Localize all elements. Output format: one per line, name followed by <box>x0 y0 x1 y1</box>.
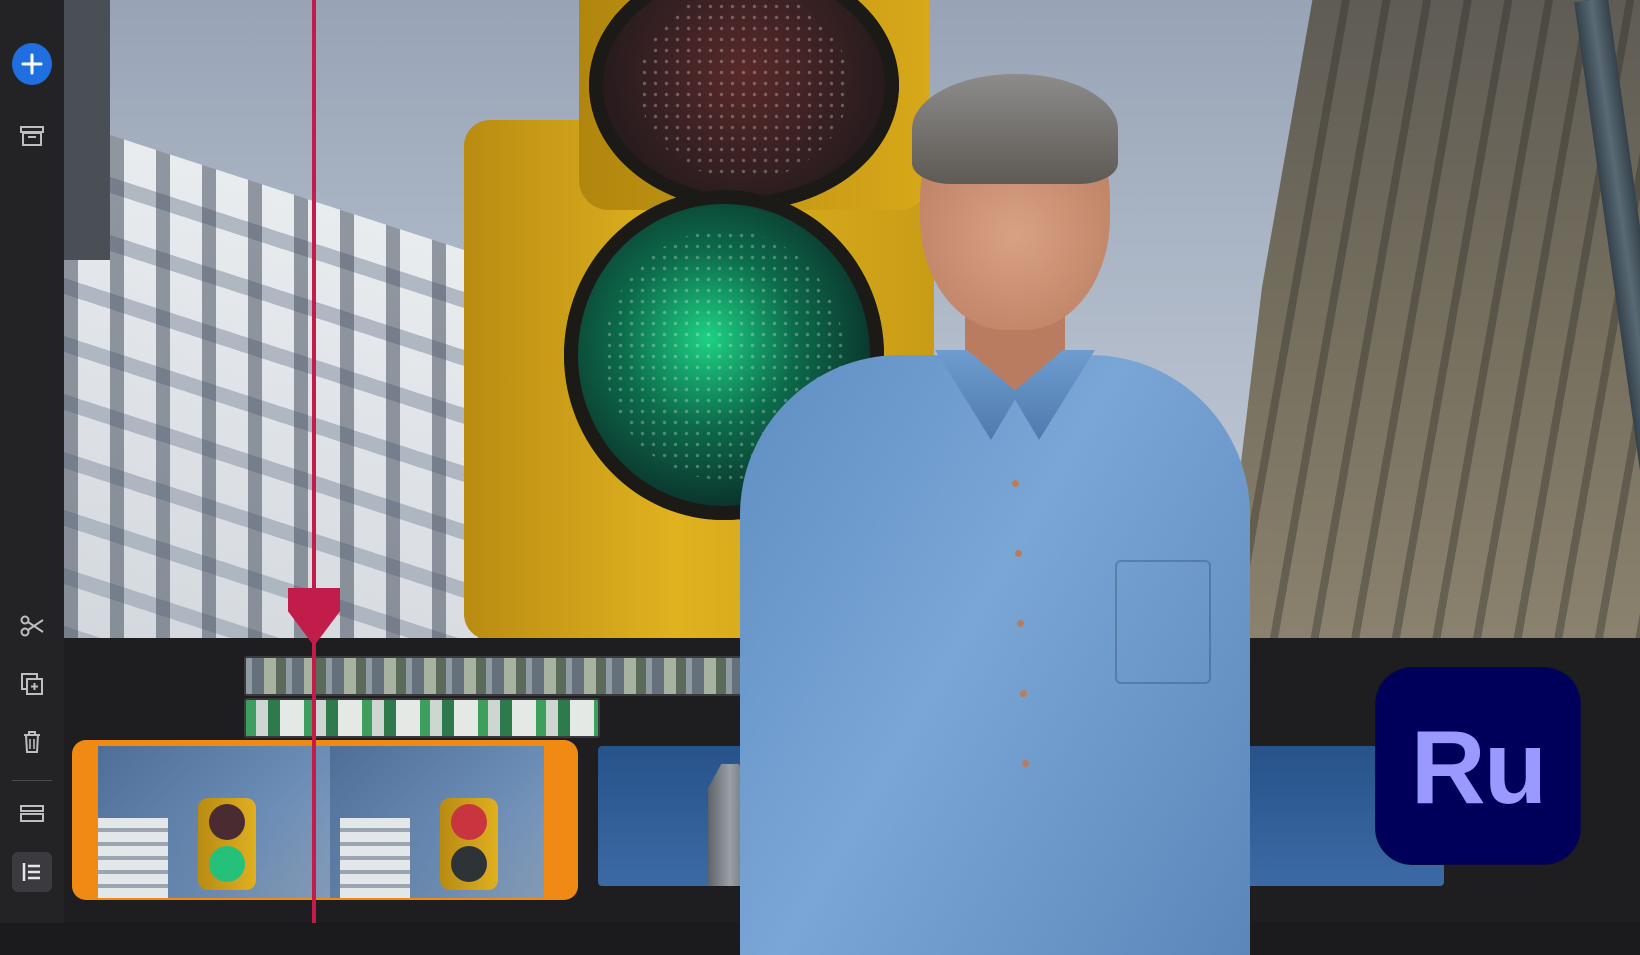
thumb-building <box>98 818 168 898</box>
archive-icon <box>20 126 44 146</box>
trash-icon <box>24 731 40 753</box>
preview-building-edge <box>64 0 110 260</box>
clip-thumbnail <box>98 746 330 898</box>
presenter-hair <box>912 74 1118 184</box>
list-icon <box>22 863 40 881</box>
clip-thumbnail <box>330 746 544 898</box>
duplicate-clip-button[interactable] <box>12 664 52 704</box>
shirt-button <box>1022 760 1029 767</box>
overlay-track-1[interactable] <box>244 656 788 696</box>
add-media-button[interactable] <box>12 43 52 85</box>
shirt-button <box>1012 480 1019 487</box>
presenter-pocket <box>1115 560 1211 684</box>
clip-traffic-light-selected[interactable] <box>72 740 578 900</box>
shirt-button <box>1017 620 1024 627</box>
overlay-track-2[interactable] <box>244 698 600 738</box>
thumb-traffic-light <box>198 798 256 890</box>
delete-clip-button[interactable] <box>12 722 52 762</box>
presenter-photo <box>720 74 1250 955</box>
shirt-button <box>1015 550 1022 557</box>
filmstrip-icon <box>20 805 44 822</box>
scissors-icon <box>20 615 44 637</box>
split-clip-button[interactable] <box>12 606 52 646</box>
preview-building-left <box>64 120 484 638</box>
thumb-traffic-light <box>440 798 498 890</box>
shirt-button <box>1020 690 1027 697</box>
clip-strip-button[interactable] <box>12 793 52 833</box>
sidebar-divider <box>12 780 52 781</box>
timeline-playhead[interactable] <box>312 0 316 923</box>
timeline-view-button[interactable] <box>12 852 52 892</box>
premiere-rush-logo: Ru <box>1376 668 1580 864</box>
thumb-building <box>340 818 410 898</box>
plus-icon <box>12 43 52 85</box>
logo-text: Ru <box>1410 709 1548 826</box>
tool-sidebar <box>0 0 65 923</box>
duplicate-icon <box>21 673 43 695</box>
media-bin-button[interactable] <box>12 116 52 156</box>
preview-building-right <box>1220 0 1640 638</box>
